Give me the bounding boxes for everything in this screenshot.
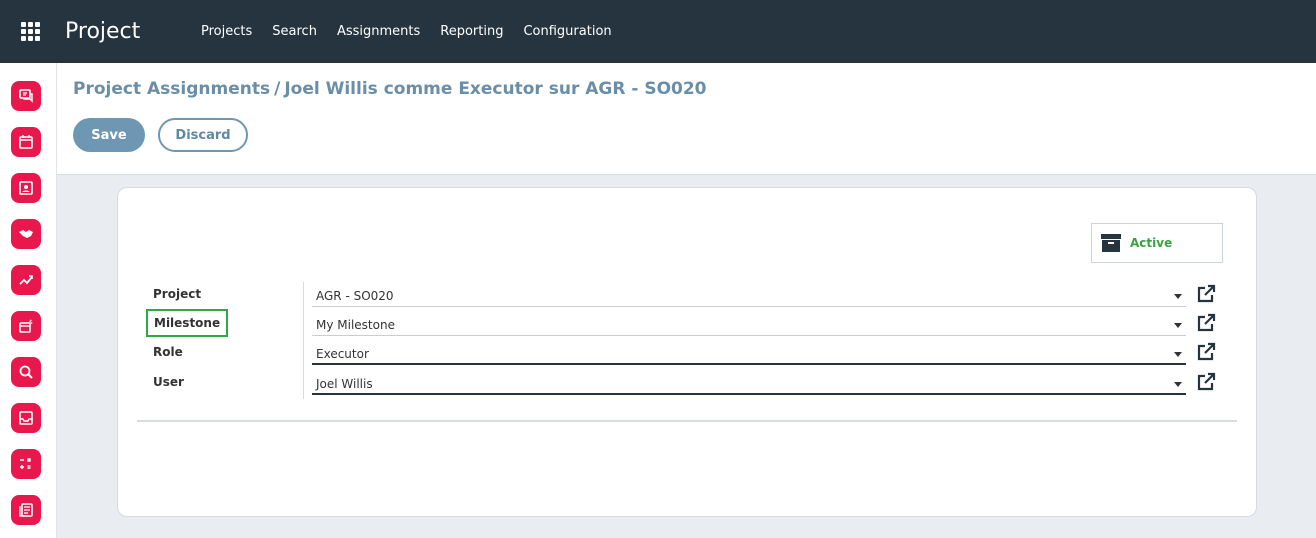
dropdown-caret-icon[interactable]	[1174, 382, 1182, 387]
dropdown-caret-icon[interactable]	[1174, 352, 1182, 357]
svg-text:$: $	[29, 319, 33, 326]
menu-reporting[interactable]: Reporting	[430, 24, 513, 39]
project-label: Project	[153, 287, 202, 301]
milestone-value: My Milestone	[316, 318, 395, 332]
save-button[interactable]: Save	[73, 118, 145, 152]
active-toggle-button[interactable]: Active	[1091, 223, 1223, 263]
project-field[interactable]: AGR - SO020	[312, 284, 1186, 307]
milestone-field[interactable]: My Milestone	[312, 313, 1186, 336]
handshake-icon[interactable]	[11, 219, 41, 249]
menu-search[interactable]: Search	[262, 24, 327, 39]
section-divider	[137, 420, 1237, 422]
role-field[interactable]: Executor	[312, 342, 1186, 365]
external-link-icon[interactable]	[1196, 284, 1216, 304]
document-icon[interactable]	[11, 495, 41, 525]
app-title: Project	[65, 19, 141, 44]
dropdown-caret-icon[interactable]	[1174, 294, 1182, 299]
external-link-icon[interactable]	[1196, 342, 1216, 362]
trending-icon[interactable]	[11, 265, 41, 295]
breadcrumb-parent-link[interactable]: Project Assignments	[73, 79, 270, 99]
dropdown-caret-icon[interactable]	[1174, 323, 1182, 328]
apps-grid-icon[interactable]	[0, 0, 60, 63]
label-divider	[303, 282, 304, 399]
user-label: User	[153, 375, 184, 389]
control-panel: Project Assignments / Joel Willis comme Ex…	[57, 63, 1316, 175]
form-sheet: Active Project Milestone Role User AGR -…	[117, 187, 1257, 517]
external-link-icon[interactable]	[1196, 313, 1216, 333]
discard-button[interactable]: Discard	[158, 118, 248, 152]
chat-icon[interactable]	[11, 81, 41, 111]
menu-projects[interactable]: Projects	[191, 24, 262, 39]
external-link-icon[interactable]	[1196, 372, 1216, 392]
breadcrumb-current: Joel Willis comme Executor sur AGR - SO0…	[284, 79, 707, 99]
user-field[interactable]: Joel Willis	[312, 372, 1186, 395]
menu-assignments[interactable]: Assignments	[327, 24, 430, 39]
breadcrumb-separator: /	[274, 79, 281, 99]
breadcrumb: Project Assignments / Joel Willis comme Ex…	[73, 79, 707, 99]
calculator-icon[interactable]	[11, 449, 41, 479]
search-icon[interactable]	[11, 357, 41, 387]
project-value: AGR - SO020	[316, 289, 394, 303]
inbox-icon[interactable]	[11, 403, 41, 433]
role-label: Role	[153, 345, 183, 359]
top-navbar: Project Projects Search Assignments Repo…	[0, 0, 1316, 63]
top-menu: Projects Search Assignments Reporting Co…	[191, 24, 622, 39]
app-sidebar: $	[0, 63, 57, 538]
calendar-icon[interactable]	[11, 127, 41, 157]
archive-icon	[1101, 234, 1121, 252]
menu-configuration[interactable]: Configuration	[513, 24, 621, 39]
invoice-icon[interactable]: $	[11, 311, 41, 341]
user-value: Joel Willis	[316, 377, 373, 391]
milestone-label: Milestone	[146, 309, 229, 337]
role-value: Executor	[316, 347, 369, 361]
contacts-icon[interactable]	[11, 173, 41, 203]
status-label: Active	[1130, 236, 1173, 250]
